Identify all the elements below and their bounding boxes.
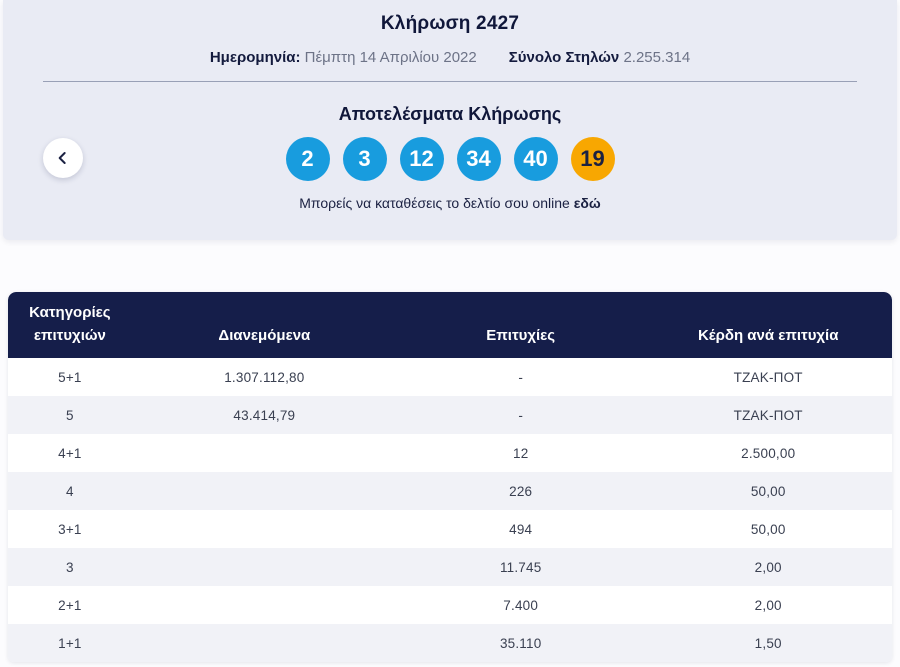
cell-wins: -: [518, 369, 524, 385]
cell-prize: 2,00: [754, 597, 782, 613]
col-header-prize: Κέρδη ανά επιτυχία: [697, 326, 839, 344]
draw-title: Κλήρωση 2427: [380, 13, 520, 34]
cell-prize: ΤΖΑΚ-ΠΟΤ: [733, 369, 803, 385]
date-value: Πέμπτη 14 Απριλίου 2022: [304, 49, 477, 66]
number-ball: 3: [342, 137, 387, 181]
table-row: 3 11.745 2,00: [8, 548, 892, 586]
cell-category: 2+1: [58, 597, 82, 613]
divider: [43, 81, 857, 82]
chevron-left-icon: [58, 152, 66, 164]
winning-numbers: 2 3 12 34 40 19: [3, 137, 897, 181]
table-row: 1+1 35.110 1,50: [8, 624, 892, 662]
col-header-wins: Επιτυχίες: [486, 326, 556, 344]
cell-distributed: 1.307.112,80: [224, 369, 305, 385]
cell-prize: 2,00: [754, 559, 782, 575]
draw-summary-panel: Κλήρωση 2427 Ημερομηνία: Πέμπτη 14 Απριλ…: [3, 0, 897, 240]
number-ball: 12: [399, 137, 444, 181]
table-header-row: Κατηγορίες επιτυχιών Διανεμόμενα Επιτυχί…: [8, 292, 892, 358]
cell-category: 4: [66, 483, 74, 499]
table-body: 5+1 1.307.112,80 - ΤΖΑΚ-ΠΟΤ 5 43.414,79 …: [8, 358, 892, 662]
cell-prize: 50,00: [750, 483, 786, 499]
cell-wins: 12: [512, 445, 529, 461]
cell-prize: 50,00: [750, 521, 786, 537]
cell-wins: 35.110: [499, 635, 542, 651]
cell-category: 3: [66, 559, 74, 575]
online-link[interactable]: εδώ: [574, 195, 601, 211]
cell-category: 1+1: [58, 635, 82, 651]
number-ball: 2: [285, 137, 330, 181]
table-row: 5 43.414,79 - ΤΖΑΚ-ΠΟΤ: [8, 396, 892, 434]
prizes-table: Κατηγορίες επιτυχιών Διανεμόμενα Επιτυχί…: [8, 292, 892, 662]
columns-value: 2.255.314: [623, 49, 691, 66]
results-title: Αποτελέσματα Κλήρωσης: [338, 104, 562, 124]
col-header-categories: Κατηγορίες επιτυχιών: [29, 303, 111, 344]
cell-distributed: 43.414,79: [233, 407, 296, 423]
bonus-number-ball: 19: [570, 137, 615, 181]
number-ball: 34: [456, 137, 501, 181]
table-row: 2+1 7.400 2,00: [8, 586, 892, 624]
date-label: Ημερομηνία:: [209, 49, 301, 66]
columns-label: Σύνολο Στηλών: [508, 49, 620, 66]
back-button[interactable]: [43, 138, 83, 178]
cell-wins: 11.745: [499, 559, 542, 575]
draw-meta: Ημερομηνία: Πέμπτη 14 Απριλίου 2022 Σύνο…: [3, 49, 897, 66]
online-text-prefix: Μπορείς να καταθέσεις το δελτίο σου onli…: [299, 195, 570, 211]
cell-category: 4+1: [58, 445, 82, 461]
draw-date: Ημερομηνία: Πέμπτη 14 Απριλίου 2022: [210, 49, 477, 66]
online-text: Μπορείς να καταθέσεις το δελτίο σου onli…: [3, 195, 897, 211]
number-ball: 40: [513, 137, 558, 181]
cell-prize: 2.500,00: [741, 445, 796, 461]
cell-wins: 226: [509, 483, 533, 499]
table-row: 3+1 494 50,00: [8, 510, 892, 548]
total-columns: Σύνολο Στηλών 2.255.314: [509, 49, 690, 66]
cell-wins: -: [518, 407, 524, 423]
table-row: 5+1 1.307.112,80 - ΤΖΑΚ-ΠΟΤ: [8, 358, 892, 396]
cell-category: 3+1: [58, 521, 82, 537]
cell-prize: 1,50: [754, 635, 782, 651]
cell-category: 5: [66, 407, 74, 423]
cell-category: 5+1: [58, 369, 82, 385]
cell-wins: 7.400: [503, 597, 539, 613]
table-row: 4 226 50,00: [8, 472, 892, 510]
cell-prize: ΤΖΑΚ-ΠΟΤ: [733, 407, 803, 423]
table-row: 4+1 12 2.500,00: [8, 434, 892, 472]
col-header-distributed: Διανεμόμενα: [218, 326, 311, 344]
cell-wins: 494: [509, 521, 533, 537]
